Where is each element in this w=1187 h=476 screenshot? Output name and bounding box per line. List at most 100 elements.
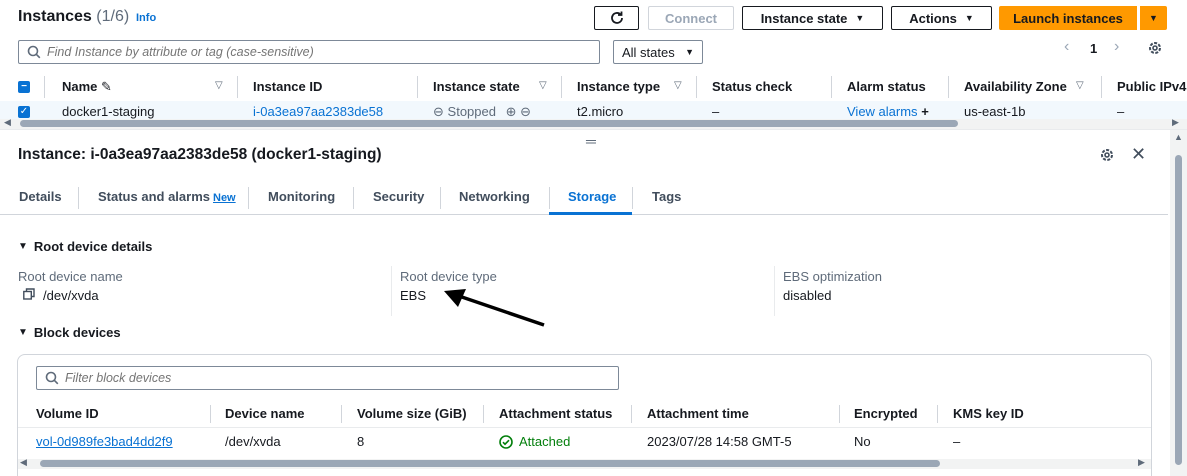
- col-name[interactable]: Name ✎: [62, 79, 112, 95]
- col-kms-key-id[interactable]: KMS key ID: [953, 406, 1024, 421]
- active-tab-indicator: [549, 212, 632, 215]
- detail-settings-gear-icon[interactable]: [1099, 147, 1115, 168]
- root-name-label: Root device name: [18, 269, 123, 284]
- col-attachment-time[interactable]: Attachment time: [647, 406, 749, 421]
- col-attachment-status[interactable]: Attachment status: [499, 406, 612, 421]
- states-filter-select[interactable]: All states ▼: [613, 40, 703, 64]
- prev-page-icon[interactable]: ‹: [1064, 38, 1069, 56]
- block-filter[interactable]: [36, 366, 619, 390]
- connect-button[interactable]: Connect: [648, 6, 734, 30]
- block-devices-section-toggle[interactable]: ▼ Block devices: [18, 325, 121, 340]
- refresh-button[interactable]: [594, 6, 639, 30]
- info-link[interactable]: Info: [136, 12, 156, 24]
- tab-status-and-alarms[interactable]: Status and alarms New: [98, 189, 236, 204]
- sort-icon[interactable]: ▽: [539, 80, 547, 91]
- col-volume-id[interactable]: Volume ID: [36, 406, 99, 421]
- scrollbar-thumb[interactable]: [40, 460, 940, 467]
- scroll-right-icon[interactable]: ▶: [1172, 117, 1179, 128]
- root-type-value: EBS: [400, 288, 427, 303]
- row-instance-id-link[interactable]: i-0a3ea97aa2383de58: [253, 104, 383, 119]
- ebs-optimization-value: disabled: [783, 288, 832, 303]
- pencil-icon: ✎: [101, 79, 112, 94]
- close-icon[interactable]: ✕: [1131, 144, 1146, 165]
- volume-id-link[interactable]: vol-0d989fe3bad4dd2f9: [36, 434, 173, 449]
- tab-networking[interactable]: Networking: [459, 189, 530, 204]
- tab-status-label: Status and alarms: [98, 189, 210, 204]
- sort-icon[interactable]: ▽: [1076, 80, 1084, 91]
- scroll-up-icon[interactable]: ▲: [1174, 132, 1183, 142]
- launch-dropdown-button[interactable]: ▼: [1140, 6, 1167, 30]
- title-text: Instances: [18, 8, 92, 25]
- table-horizontal-scrollbar[interactable]: ◀ ▶: [0, 117, 1187, 129]
- tab-storage[interactable]: Storage: [568, 189, 616, 204]
- plus-icon[interactable]: +: [921, 104, 929, 119]
- col-availability-zone[interactable]: Availability Zone: [964, 79, 1067, 94]
- block-volume-size: 8: [357, 434, 365, 449]
- instance-search[interactable]: [18, 40, 600, 64]
- instance-state-button[interactable]: Instance state ▼: [742, 6, 883, 30]
- col-instance-type[interactable]: Instance type: [577, 79, 660, 94]
- launch-instances-button[interactable]: Launch instances: [999, 6, 1137, 30]
- tab-tags[interactable]: Tags: [652, 189, 681, 204]
- caret-down-icon: ▼: [18, 327, 28, 338]
- col-alarm-status[interactable]: Alarm status: [847, 79, 926, 94]
- root-type-label: Root device type: [400, 269, 497, 284]
- settings-gear-icon[interactable]: [1147, 40, 1163, 59]
- sort-icon[interactable]: ▽: [215, 80, 223, 91]
- row-type: t2.micro: [577, 104, 624, 119]
- sort-icon[interactable]: ▽: [674, 80, 682, 91]
- next-page-icon[interactable]: ›: [1114, 38, 1119, 56]
- tab-security[interactable]: Security: [373, 189, 424, 204]
- caret-down-icon: ▼: [1149, 13, 1158, 23]
- check-circle-icon: [499, 434, 513, 449]
- block-attachment-time: 2023/07/28 14:58 GMT-5: [647, 434, 792, 449]
- detail-tabs: Details Status and alarms New Monitoring …: [0, 183, 1168, 215]
- search-input[interactable]: [47, 45, 562, 59]
- scroll-left-icon[interactable]: ◀: [4, 117, 11, 128]
- row-state-text: Stopped: [447, 104, 496, 119]
- ebs-optimization-label: EBS optimization: [783, 269, 882, 284]
- row-az: us-east-1b: [964, 104, 1026, 119]
- col-instance-id[interactable]: Instance ID: [253, 79, 322, 94]
- row-alarm[interactable]: View alarms +: [847, 104, 929, 119]
- zoom-out-icon[interactable]: ⊖: [520, 104, 531, 119]
- scrollbar-thumb[interactable]: [20, 120, 958, 127]
- block-encrypted: No: [854, 434, 871, 449]
- block-kms-key: –: [953, 434, 961, 449]
- col-encrypted[interactable]: Encrypted: [854, 406, 918, 421]
- tab-monitoring[interactable]: Monitoring: [268, 189, 335, 204]
- table-row[interactable]: ✓ docker1-staging i-0a3ea97aa2383de58 ⊖ …: [0, 101, 1187, 119]
- tab-details[interactable]: Details: [19, 189, 62, 204]
- scrollbar-thumb[interactable]: [1175, 155, 1182, 465]
- page-number[interactable]: 1: [1090, 41, 1097, 56]
- actions-button[interactable]: Actions ▼: [891, 6, 992, 30]
- attachment-status-text: Attached: [519, 434, 571, 449]
- detail-vertical-scrollbar[interactable]: ▲: [1170, 130, 1187, 476]
- block-horizontal-scrollbar[interactable]: ◀ ▶: [18, 457, 1151, 469]
- root-section-title: Root device details: [33, 239, 153, 254]
- copy-icon[interactable]: [23, 288, 35, 303]
- row-checkbox[interactable]: ✓: [18, 106, 30, 118]
- view-alarms-link[interactable]: View alarms: [847, 104, 918, 119]
- scroll-right-icon[interactable]: ▶: [1138, 457, 1145, 468]
- col-public-ipv4[interactable]: Public IPv4: [1117, 79, 1186, 94]
- col-status-check[interactable]: Status check: [712, 79, 792, 94]
- scroll-left-icon[interactable]: ◀: [20, 457, 27, 468]
- block-filter-input[interactable]: [65, 371, 581, 385]
- zoom-in-icon[interactable]: ⊕: [506, 104, 517, 119]
- col-instance-state[interactable]: Instance state: [433, 79, 520, 94]
- select-all-checkbox[interactable]: −: [18, 81, 30, 93]
- block-header-divider: [18, 427, 1151, 428]
- row-state: ⊖ Stopped ⊕ ⊖: [433, 104, 531, 119]
- resize-handle-icon[interactable]: ═: [586, 133, 596, 149]
- annotation-arrow-icon: [444, 289, 545, 327]
- detail-title: Instance: i-0a3ea97aa2383de58 (docker1-s…: [18, 146, 382, 163]
- selection-count: (1/6): [96, 8, 130, 25]
- root-name-value: /dev/xvda: [23, 288, 99, 303]
- actions-label: Actions: [909, 10, 957, 26]
- root-device-section-toggle[interactable]: ▼ Root device details: [18, 239, 152, 254]
- col-name-label: Name: [62, 79, 98, 94]
- col-volume-size[interactable]: Volume size (GiB): [357, 406, 467, 421]
- col-device-name[interactable]: Device name: [225, 406, 305, 421]
- new-badge: New: [213, 192, 236, 204]
